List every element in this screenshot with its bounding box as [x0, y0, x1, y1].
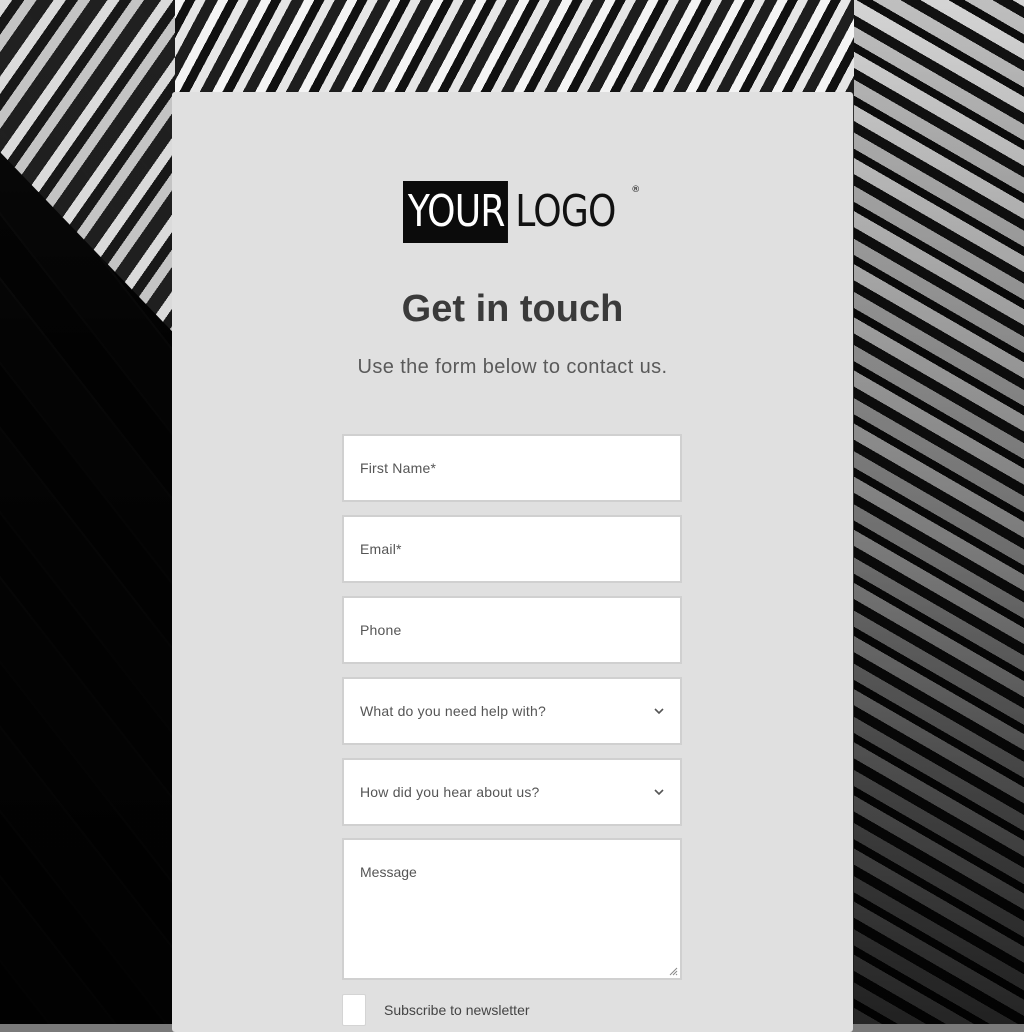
email-placeholder: Email* — [360, 541, 402, 557]
chevron-down-icon — [654, 708, 664, 715]
logo-part-your: YOUR — [403, 181, 508, 243]
referral-select[interactable]: How did you hear about us? — [342, 758, 682, 826]
newsletter-label: Subscribe to newsletter — [384, 1002, 530, 1018]
first-name-field[interactable]: First Name* — [342, 434, 682, 502]
newsletter-option[interactable]: Subscribe to newsletter — [342, 994, 530, 1026]
background-right-shade — [854, 0, 1024, 1024]
message-placeholder: Message — [360, 864, 417, 880]
resize-handle-icon[interactable] — [668, 966, 678, 976]
newsletter-checkbox[interactable] — [342, 994, 366, 1026]
first-name-placeholder: First Name* — [360, 460, 437, 476]
message-textarea[interactable]: Message — [342, 838, 682, 980]
background-top-lattice — [175, 0, 855, 95]
phone-placeholder: Phone — [360, 622, 402, 638]
help-topic-select[interactable]: What do you need help with? — [342, 677, 682, 745]
email-field[interactable]: Email* — [342, 515, 682, 583]
chevron-down-icon — [654, 789, 664, 796]
page-title: Get in touch — [401, 288, 624, 330]
logo-registered-mark: ® — [631, 185, 641, 195]
referral-placeholder: How did you hear about us? — [360, 784, 540, 800]
page-subtitle: Use the form below to contact us. — [357, 356, 668, 378]
phone-field[interactable]: Phone — [342, 596, 682, 664]
brand-logo: YOUR LOGO ® — [403, 181, 641, 243]
logo-part-logo: LOGO — [515, 186, 616, 237]
contact-card: YOUR LOGO ® Get in touch Use the form be… — [172, 92, 853, 1032]
help-topic-placeholder: What do you need help with? — [360, 703, 546, 719]
